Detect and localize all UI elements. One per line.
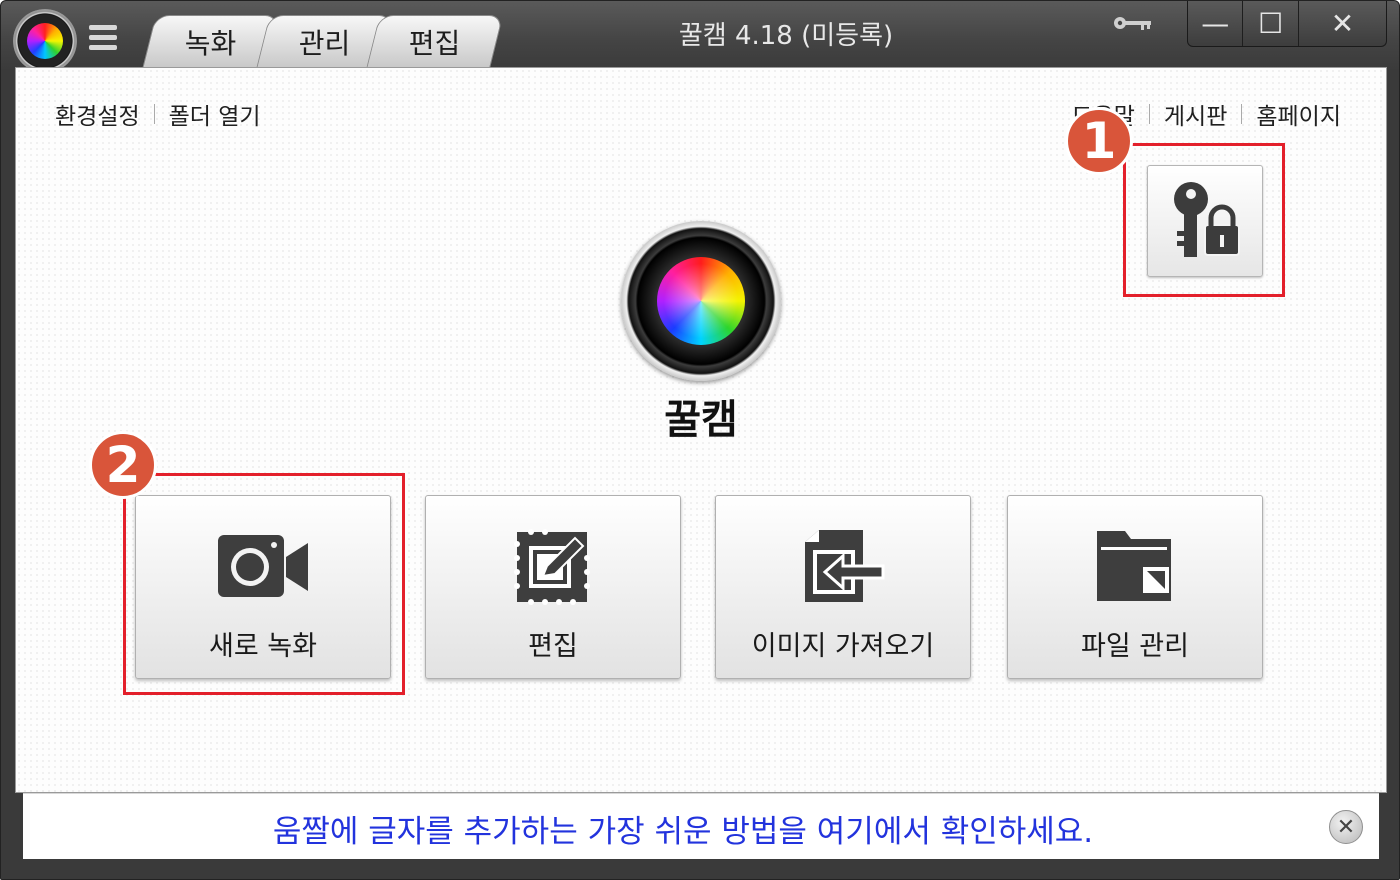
import-image-icon bbox=[793, 526, 893, 606]
minimize-button[interactable]: — bbox=[1188, 1, 1244, 46]
hamburger-menu-icon[interactable] bbox=[89, 25, 117, 51]
action-label: 파일 관리 bbox=[1081, 631, 1189, 662]
import-image-button[interactable]: 이미지 가져오기 bbox=[715, 495, 971, 679]
app-logo-large bbox=[621, 221, 781, 381]
window-title: 꿀캠 4.18 (미등록) bbox=[678, 21, 894, 51]
highlight-box-register bbox=[1123, 143, 1285, 297]
app-window: 녹화 관리 편집 꿀캠 4.18 (미등록) — ☐ ✕ 환경설정 폴더 열기 … bbox=[0, 0, 1400, 880]
tab-edit[interactable]: 편집 bbox=[366, 15, 504, 67]
key-icon[interactable] bbox=[1113, 15, 1153, 31]
close-button[interactable]: ✕ bbox=[1299, 1, 1386, 46]
open-folder-link[interactable]: 폴더 열기 bbox=[169, 97, 261, 131]
title-bar: 녹화 관리 편집 꿀캠 4.18 (미등록) — ☐ ✕ bbox=[1, 1, 1399, 73]
file-manager-button[interactable]: 파일 관리 bbox=[1007, 495, 1263, 679]
step-marker-1: 1 bbox=[1065, 107, 1133, 175]
notice-bar: 움짤에 글자를 추가하는 가장 쉬운 방법을 여기에서 확인하세요. ✕ bbox=[23, 793, 1379, 859]
window-controls: — ☐ ✕ bbox=[1187, 1, 1387, 47]
action-label: 편집 bbox=[528, 631, 578, 662]
board-link[interactable]: 게시판 bbox=[1164, 97, 1227, 131]
settings-link[interactable]: 환경설정 bbox=[55, 97, 140, 131]
app-logo-icon[interactable] bbox=[13, 9, 77, 73]
maximize-button[interactable]: ☐ bbox=[1243, 1, 1299, 46]
edit-button[interactable]: 편집 bbox=[425, 495, 681, 679]
action-label: 이미지 가져오기 bbox=[751, 631, 935, 662]
link-divider bbox=[1241, 104, 1243, 124]
link-divider bbox=[1148, 104, 1150, 124]
folder-icon bbox=[1085, 526, 1185, 606]
notice-close-button[interactable]: ✕ bbox=[1329, 810, 1363, 844]
step-marker-2: 2 bbox=[89, 431, 157, 499]
edit-stamp-icon bbox=[503, 526, 603, 606]
left-links: 환경설정 폴더 열기 bbox=[55, 97, 261, 131]
highlight-box-new-recording bbox=[123, 473, 405, 695]
homepage-link[interactable]: 홈페이지 bbox=[1256, 97, 1341, 131]
link-divider bbox=[153, 104, 155, 124]
app-name: 꿀캠 bbox=[664, 397, 738, 443]
notice-link[interactable]: 움짤에 글자를 추가하는 가장 쉬운 방법을 여기에서 확인하세요. bbox=[23, 806, 1343, 851]
